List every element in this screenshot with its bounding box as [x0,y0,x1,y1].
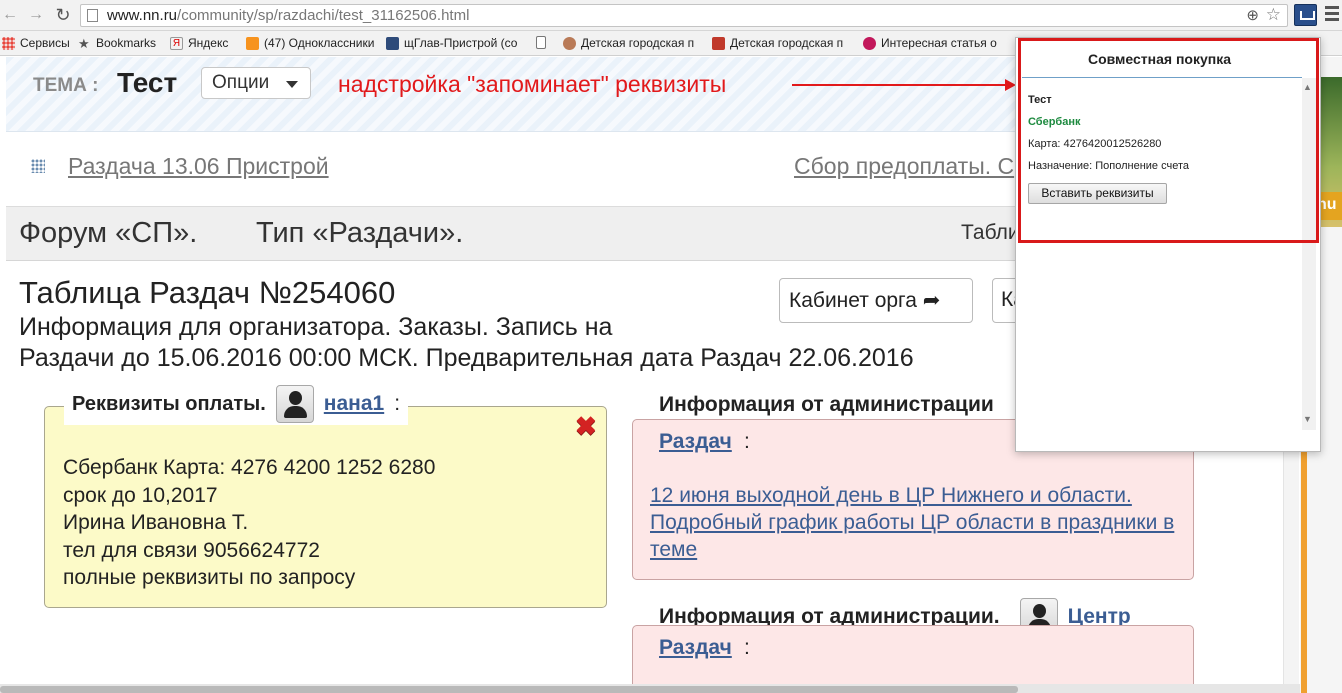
topic-title: Тест [117,67,178,98]
bookmark-odnoklassniki[interactable]: (47) Одноклассники [246,36,374,50]
nn-icon [386,36,399,50]
apps-grid-icon [2,36,15,50]
topic-label: ТЕМА : [33,75,99,96]
user-avatar-icon[interactable] [275,385,314,423]
forum-type: Тип «Раздачи». [256,217,464,249]
forward-icon[interactable]: → [26,5,46,25]
organizer-cabinet-button[interactable]: Кабинет орга ➦ [779,278,973,323]
star-icon: ★ [78,35,90,51]
annotation-text: надстройка "запоминает" реквизиты [338,71,727,97]
address-bar[interactable]: www.nn.ru/community/sp/razdachi/test_311… [80,4,1288,27]
yandex-icon: Я [170,36,183,50]
zoom-icon[interactable]: ⊕ [1246,6,1259,24]
bookmark-bookmarks[interactable]: ★ Bookmarks [78,36,156,50]
requisites-text: Сбербанк Карта: 4276 4200 1252 6280 срок… [63,456,436,589]
options-button[interactable]: Опции [201,67,311,99]
grid-icon [31,159,45,173]
prepayment-link[interactable]: Сбор предоплаты. С [794,153,1014,180]
forum-name: Форум «СП». [19,217,198,249]
table-title: Таблица Раздач №254060 [19,275,396,310]
back-icon[interactable]: ← [0,5,20,25]
bookmark-interesting-article[interactable]: Интересная статья о [863,36,997,50]
holiday-news-link[interactable]: 12 июня выходной день в ЦР Нижнего и обл… [650,482,1190,563]
page-icon [87,9,98,22]
horizontal-scrollbar-thumb[interactable] [0,686,1018,693]
b-logo-icon [863,36,876,50]
user-link[interactable]: нана1 [324,392,384,416]
clinic-icon [563,36,576,50]
bookmark-children-clinic-1[interactable]: Детская городская п [563,36,694,50]
page-icon [536,36,546,49]
popup-highlight-frame [1018,38,1319,243]
scroll-down-icon[interactable]: ▼ [1303,414,1312,424]
requisites-title: Реквизиты оплаты. [72,392,266,415]
bookmark-blank[interactable] [536,36,546,49]
caret-down-icon [286,81,298,88]
bookmark-children-clinic-2[interactable]: Детская городская п [712,36,843,50]
bookmark-glav-pristroy[interactable]: щГлав-Пристрой (со [386,36,517,50]
url-text[interactable]: www.nn.ru/community/sp/razdachi/test_311… [107,7,469,24]
chrome-menu-icon[interactable] [1325,6,1339,24]
forum-right-link[interactable]: Табли [961,221,1020,245]
razdach-link-2[interactable]: Раздач [659,636,732,660]
reload-icon[interactable]: ↻ [53,5,73,25]
razdach-link[interactable]: Раздач [659,430,732,454]
bookmark-yandex[interactable]: Я Яндекс [170,36,228,50]
joint-purchase-extension-icon[interactable] [1294,4,1317,26]
share-arrow-icon: ➦ [922,289,941,312]
bookmark-services[interactable]: Сервисы [2,36,70,50]
requisites-legend: Реквизиты оплаты. нана1 : [64,383,409,425]
browser-toolbar: ← → ↻ www.nn.ru/community/sp/razdachi/te… [0,0,1342,31]
odnoklassniki-icon [246,36,259,50]
bookmark-star-icon[interactable]: ☆ [1266,5,1281,25]
admin-info-heading: Информация от администрации [659,393,994,416]
deer-icon [712,36,725,50]
subtopic-link[interactable]: Раздача 13.06 Пристрой [68,153,329,180]
annotation-arrow [792,79,1016,91]
close-icon[interactable]: ✖ [575,411,597,442]
